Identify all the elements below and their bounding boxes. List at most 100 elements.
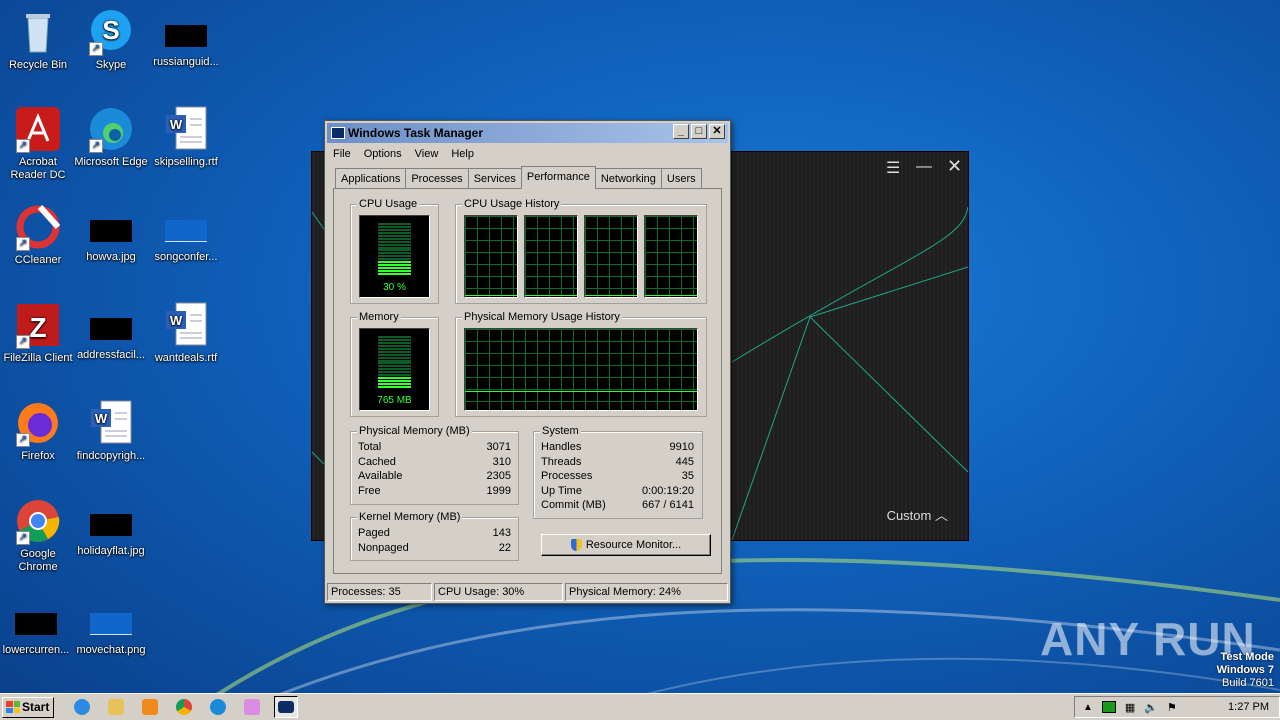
resource-monitor-button[interactable]: Resource Monitor... — [541, 534, 711, 556]
memory-bars — [378, 335, 411, 388]
clock[interactable]: 1:27 PM — [1228, 701, 1269, 713]
kernel-memory-stats: Paged 143 Nonpaged 22 — [358, 527, 511, 556]
cpu-history-group: CPU Usage History — [455, 198, 707, 304]
memory-history-group: Physical Memory Usage History — [455, 311, 707, 417]
maximize-button[interactable]: □ — [691, 124, 707, 139]
taskbar-edge-icon[interactable] — [206, 696, 230, 718]
svg-text:W: W — [170, 117, 183, 132]
task-manager-window[interactable]: Windows Task Manager _ □ ✕ File Options … — [324, 120, 731, 604]
status-cpu: CPU Usage: 30% — [434, 583, 563, 601]
window-title: Windows Task Manager — [348, 126, 484, 140]
tab-processes[interactable]: Processes — [405, 168, 469, 188]
word-document-icon: W — [87, 399, 135, 447]
stat-row: Free 1999 — [358, 484, 511, 497]
system-stats: Handles 9910 Threads 445 Processes 35 Up Ti… — [541, 441, 694, 514]
taskbar-app-icon[interactable] — [240, 696, 264, 718]
show-hidden-icons-icon[interactable]: ▲ — [1083, 702, 1093, 713]
cpu-history-graph-core-3 — [584, 215, 638, 298]
volume-icon[interactable]: 🔈 — [1144, 701, 1158, 714]
memory-meter: 765 MB — [359, 328, 430, 411]
uac-shield-icon — [570, 539, 582, 551]
file-thumbnail-icon — [165, 220, 207, 242]
ccleaner-icon: ↗ — [14, 203, 62, 251]
tab-networking[interactable]: Networking — [594, 168, 662, 188]
stat-row: Threads 445 — [541, 455, 694, 468]
memory-history-graph — [464, 328, 698, 411]
file-thumbnail-icon — [90, 220, 132, 242]
desktop-icon-file[interactable]: songconfer... — [148, 203, 224, 264]
cpu-history-graph-core-2 — [524, 215, 578, 298]
meter-bar — [378, 374, 411, 377]
desktop-icon-file[interactable]: lowercurren... — [0, 596, 74, 657]
meter-bar — [378, 350, 411, 353]
desktop-icon-file[interactable]: howva.jpg — [73, 203, 149, 264]
taskbar-task-manager-icon[interactable] — [274, 696, 298, 718]
memory-history-title: Physical Memory Usage History — [462, 311, 622, 323]
desktop-icon-filezilla[interactable]: Z ↗ FileZilla Client — [0, 301, 76, 365]
windows-logo-icon — [6, 701, 20, 713]
desktop-icon-rtf[interactable]: W findcopyrigh... — [73, 399, 149, 463]
title-bar[interactable]: Windows Task Manager — [327, 123, 728, 143]
cpu-monitor-tray-icon[interactable] — [1101, 701, 1116, 713]
meter-bar — [378, 225, 411, 228]
tab-users[interactable]: Users — [660, 168, 702, 188]
custom-label: Custom — [886, 508, 932, 523]
physical-memory-stats: Total 3071 Cached 310 Available 2305 Free 19… — [358, 441, 511, 499]
menu-view[interactable]: View — [415, 148, 439, 160]
meter-bar — [378, 356, 411, 359]
desktop-icon-edge[interactable]: ↗ Microsoft Edge — [73, 105, 149, 169]
menu-icon[interactable]: ☰ — [886, 158, 900, 178]
close-button[interactable]: ✕ — [709, 124, 725, 139]
desktop-icon-rtf[interactable]: W skipselling.rtf — [148, 105, 224, 169]
menu-options[interactable]: Options — [364, 148, 402, 160]
taskbar-internet-explorer-icon[interactable] — [70, 696, 94, 718]
menu-file[interactable]: File — [333, 148, 351, 160]
taskbar-explorer-icon[interactable] — [104, 696, 128, 718]
custom-button[interactable]: Custom ︿ — [887, 505, 948, 524]
menu-bar: File Options View Help — [325, 145, 730, 163]
tab-performance[interactable]: Performance — [520, 166, 596, 189]
desktop-icon-file[interactable]: holidayflat.jpg — [73, 497, 149, 558]
meter-bar — [378, 222, 411, 225]
meter-bar — [378, 386, 411, 388]
tab-services[interactable]: Services — [467, 168, 522, 188]
tab-applications[interactable]: Applications — [335, 168, 407, 188]
meter-bar — [378, 228, 411, 231]
minimize-button[interactable]: _ — [673, 124, 689, 139]
desktop-icon-skype[interactable]: S ↗ Skype — [73, 8, 149, 72]
menu-help[interactable]: Help — [451, 148, 474, 160]
desktop-icon-acrobat[interactable]: ↗ Acrobat Reader DC — [0, 105, 76, 182]
performance-panel: CPU Usage 30 % CPU Usage History Memory … — [333, 188, 722, 574]
stat-row: Total 3071 — [358, 441, 511, 453]
word-document-icon: W — [162, 301, 210, 349]
desktop-icon-recycle-bin[interactable]: Recycle Bin — [0, 8, 76, 72]
start-button[interactable]: Start — [2, 696, 54, 718]
minimize-icon[interactable]: — — [916, 158, 932, 176]
cpu-history-title: CPU Usage History — [462, 198, 562, 210]
close-icon[interactable]: ✕ — [947, 156, 962, 177]
task-manager-icon — [331, 127, 345, 139]
meter-bar — [378, 234, 411, 237]
taskbar-chrome-icon[interactable] — [172, 696, 196, 718]
taskbar-media-player-icon[interactable] — [138, 696, 162, 718]
desktop-icon-file[interactable]: russianguid... — [148, 8, 224, 69]
status-memory: Physical Memory: 24% — [565, 583, 728, 601]
cpu-usage-bars — [378, 222, 411, 275]
status-processes: Processes: 35 — [327, 583, 432, 601]
meter-bar — [378, 246, 411, 249]
filezilla-icon: Z ↗ — [14, 301, 62, 349]
desktop-icon-rtf[interactable]: W wantdeals.rtf — [148, 301, 224, 365]
meter-bar — [378, 359, 411, 362]
network-icon[interactable]: ▦ — [1125, 701, 1135, 714]
desktop-icon-ccleaner[interactable]: ↗ CCleaner — [0, 203, 76, 267]
system-title: System — [540, 425, 581, 437]
meter-bar — [378, 255, 411, 258]
desktop-icon-firefox[interactable]: ↗ Firefox — [0, 399, 76, 463]
meter-bar — [378, 365, 411, 368]
stat-row: Cached 310 — [358, 455, 511, 468]
desktop-icon-file[interactable]: addressfacil... — [73, 301, 149, 362]
desktop-icon-chrome[interactable]: ↗ Google Chrome — [0, 497, 76, 574]
taskbar: Start ▲ ▦ 🔈 ⚑ 1:27 PM — [0, 693, 1280, 720]
flag-icon[interactable]: ⚑ — [1167, 701, 1177, 714]
desktop-icon-file[interactable]: movechat.png — [73, 596, 149, 657]
